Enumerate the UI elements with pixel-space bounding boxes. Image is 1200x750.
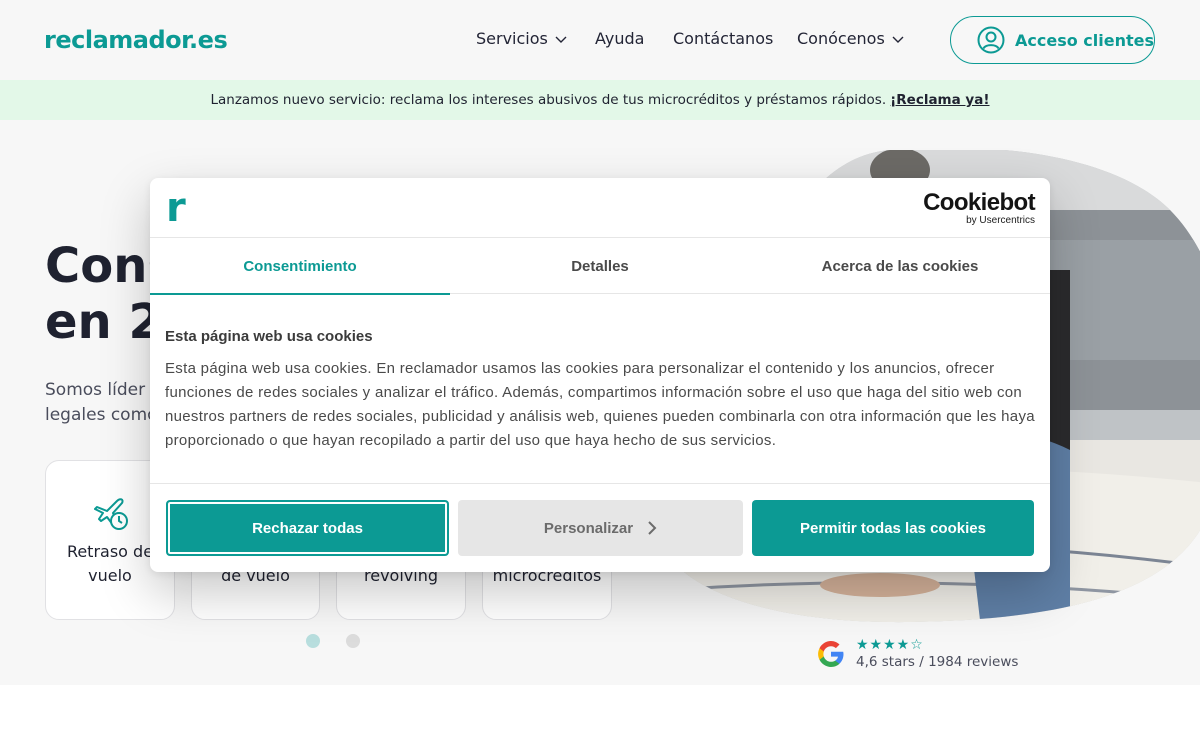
rating-summary: 4,6 stars / 1984 reviews bbox=[856, 654, 1019, 670]
nav-ayuda-label: Ayuda bbox=[595, 29, 645, 48]
cookie-consent-dialog: r Cookiebot by Usercentrics Consentimien… bbox=[150, 178, 1050, 572]
client-access-label: Acceso clientes bbox=[1015, 30, 1155, 50]
allow-all-label: Permitir todas las cookies bbox=[800, 519, 986, 537]
banner-text: Lanzamos nuevo servicio: reclama los int… bbox=[210, 92, 887, 108]
chevron-right-icon bbox=[648, 521, 657, 535]
dialog-body: Esta página web usa cookies Esta página … bbox=[165, 328, 1035, 453]
reject-all-button[interactable]: Rechazar todas bbox=[166, 500, 449, 556]
cookiebot-by: by Usercentrics bbox=[966, 215, 1035, 226]
user-circle-icon bbox=[977, 26, 1005, 54]
nav-ayuda[interactable]: Ayuda bbox=[595, 29, 644, 48]
rating-text: ★★★★☆ 4,6 stars / 1984 reviews bbox=[856, 637, 1018, 671]
client-access-button[interactable]: Acceso clientes bbox=[950, 16, 1155, 64]
dialog-tabs: Consentimiento Detalles Acerca de las co… bbox=[150, 239, 1050, 295]
customize-button[interactable]: Personalizar bbox=[458, 500, 743, 556]
nav-servicios-label: Servicios bbox=[476, 29, 548, 48]
reject-all-label: Rechazar todas bbox=[252, 519, 363, 537]
carousel-dot-active[interactable] bbox=[306, 634, 320, 648]
brand-mark: r bbox=[166, 185, 186, 231]
nav-contactanos-label: Contáctanos bbox=[673, 29, 774, 48]
dialog-footer: Rechazar todas Personalizar Permitir tod… bbox=[150, 483, 1050, 572]
dialog-heading: Esta página web usa cookies bbox=[165, 328, 373, 345]
nav-conocenos[interactable]: Conócenos bbox=[797, 29, 905, 48]
tab-detalles[interactable]: Detalles bbox=[450, 239, 750, 294]
google-rating: ★★★★☆ 4,6 stars / 1984 reviews bbox=[816, 637, 1018, 671]
carousel-dot[interactable] bbox=[346, 634, 360, 648]
site-logo[interactable]: reclamador.es bbox=[44, 26, 228, 54]
chevron-down-icon bbox=[555, 36, 567, 43]
nav-conocenos-label: Conócenos bbox=[797, 29, 885, 48]
tab-acerca-cookies[interactable]: Acerca de las cookies bbox=[750, 239, 1050, 294]
google-logo-icon bbox=[818, 641, 844, 667]
cookiebot-logo[interactable]: Cookiebot by Usercentrics bbox=[923, 189, 1036, 227]
announcement-banner: Lanzamos nuevo servicio: reclama los int… bbox=[0, 80, 1200, 120]
dialog-header: r Cookiebot by Usercentrics bbox=[150, 178, 1050, 238]
rating-stars: ★★★★☆ bbox=[856, 637, 924, 653]
banner-link[interactable]: ¡Reclama ya! bbox=[890, 92, 989, 108]
tab-consentimiento[interactable]: Consentimiento bbox=[150, 239, 450, 295]
allow-all-button[interactable]: Permitir todas las cookies bbox=[752, 500, 1034, 556]
nav-contactanos[interactable]: Contáctanos bbox=[673, 29, 773, 48]
page: reclamador.es Servicios Ayuda Contáctano… bbox=[0, 0, 1200, 750]
nav-servicios[interactable]: Servicios bbox=[476, 29, 568, 48]
customize-label: Personalizar bbox=[543, 519, 634, 537]
chevron-down-icon bbox=[892, 36, 904, 43]
cookiebot-name: Cookiebot bbox=[923, 189, 1036, 216]
plane-clock-icon bbox=[94, 498, 128, 530]
dialog-text: Esta página web usa cookies. En reclamad… bbox=[165, 360, 1035, 449]
site-header: reclamador.es Servicios Ayuda Contáctano… bbox=[0, 0, 1200, 80]
